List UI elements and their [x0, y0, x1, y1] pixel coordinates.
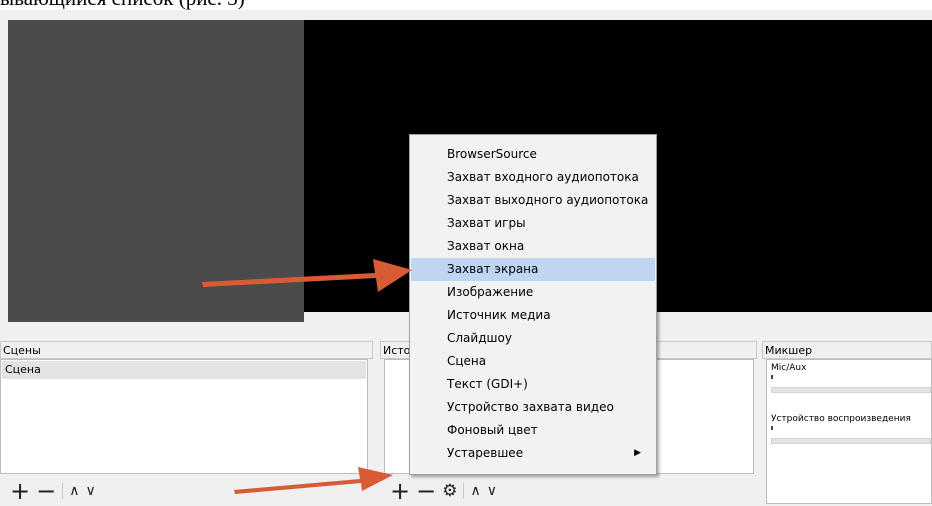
menu-item-text-gdi[interactable]: Текст (GDI+) — [411, 373, 655, 396]
menu-item-color-source[interactable]: Фоновый цвет — [411, 419, 655, 442]
menu-item-game-capture[interactable]: Захват игры — [411, 212, 655, 235]
divider — [62, 483, 64, 499]
menu-item-deprecated[interactable]: Устаревшее ▶ — [411, 442, 655, 465]
meter-indicator — [771, 426, 773, 430]
menu-item-video-capture-device[interactable]: Устройство захвата видео — [411, 396, 655, 419]
move-scene-up-button[interactable]: ∧ — [69, 484, 79, 498]
menu-item-audio-input-capture[interactable]: Захват входного аудиопотока — [411, 166, 655, 189]
mixer-channel-label: Устройство воспроизведения — [771, 414, 911, 424]
scenes-controls: + − ∧ ∨ — [10, 478, 96, 504]
mixer-panel: Mic/Aux Устройство воспроизведения — [766, 359, 932, 504]
menu-item-image[interactable]: Изображение — [411, 281, 655, 304]
page-caption: ывающийся список (рис. 3) — [0, 0, 245, 10]
scenes-dock-title: Сцены — [0, 341, 373, 359]
menu-item-browsersource[interactable]: BrowserSource — [411, 143, 655, 166]
scene-item[interactable]: Сцена — [2, 361, 366, 379]
move-scene-down-button[interactable]: ∨ — [85, 484, 95, 498]
menu-item-media-source[interactable]: Источник медиа — [411, 304, 655, 327]
annotation-arrow-icon — [202, 259, 412, 292]
menu-item-scene[interactable]: Сцена — [411, 350, 655, 373]
move-source-up-button[interactable]: ∧ — [470, 484, 480, 498]
sources-controls: + − ⚙ ∧ ∨ — [390, 478, 497, 504]
move-source-down-button[interactable]: ∨ — [487, 484, 497, 498]
gear-icon[interactable]: ⚙ — [442, 482, 457, 500]
volume-slider[interactable] — [771, 387, 931, 393]
menu-item-slideshow[interactable]: Слайдшоу — [411, 327, 655, 350]
mixer-dock-title: Микшер — [762, 341, 932, 359]
volume-slider[interactable] — [771, 438, 931, 444]
meter-indicator — [771, 375, 773, 379]
mixer-channel-label: Mic/Aux — [771, 363, 807, 373]
remove-scene-button[interactable]: − — [36, 479, 56, 503]
menu-item-deprecated-label: Устаревшее — [447, 446, 524, 460]
menu-item-display-capture[interactable]: Захват экрана — [411, 258, 655, 281]
add-source-menu: BrowserSource Захват входного аудиопоток… — [409, 134, 657, 475]
menu-item-window-capture[interactable]: Захват окна — [411, 235, 655, 258]
add-scene-button[interactable]: + — [10, 479, 30, 503]
submenu-arrow-icon: ▶ — [634, 448, 641, 458]
divider — [463, 483, 465, 499]
menu-item-audio-output-capture[interactable]: Захват выходного аудиопотока — [411, 189, 655, 212]
annotation-arrow-icon — [234, 467, 393, 494]
remove-source-button[interactable]: − — [416, 479, 436, 503]
